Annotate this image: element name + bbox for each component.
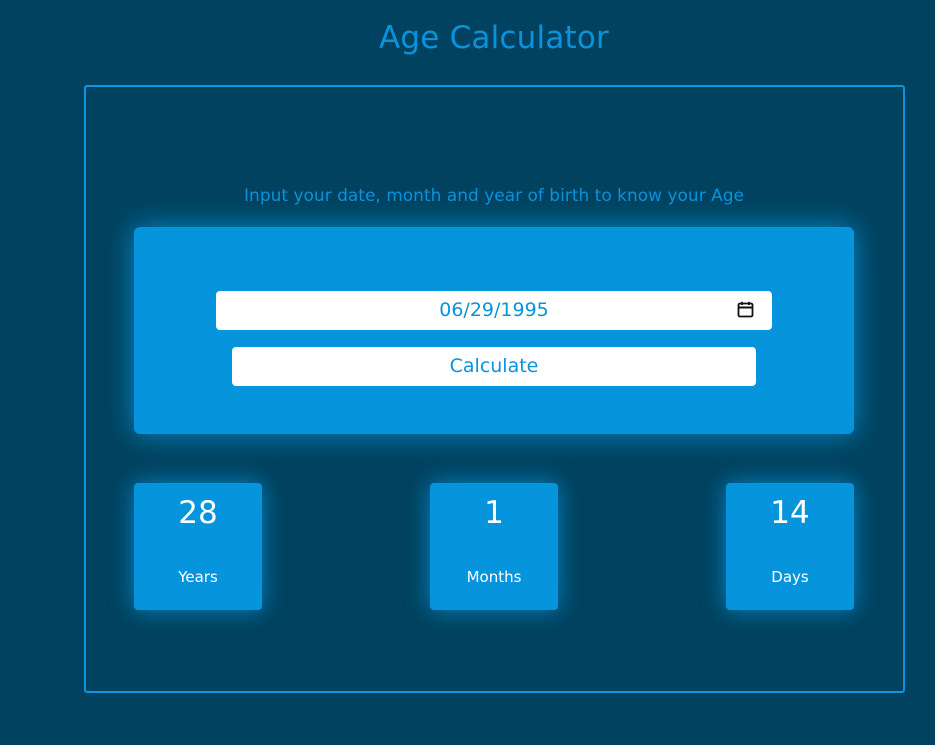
birth-date-value: 06/29/1995 xyxy=(439,299,549,321)
instruction-text: Input your date, month and year of birth… xyxy=(244,186,744,206)
months-result-card: 1 Months xyxy=(430,483,558,610)
years-value: 28 xyxy=(178,495,218,531)
months-label: Months xyxy=(466,568,522,586)
years-label: Years xyxy=(178,568,218,586)
page-title: Age Calculator xyxy=(378,20,610,56)
calculate-button[interactable]: Calculate xyxy=(232,347,756,386)
days-label: Days xyxy=(771,568,809,586)
input-panel: 06/29/1995 Calculate xyxy=(134,227,854,434)
days-result-card: 14 Days xyxy=(726,483,854,610)
years-result-card: 28 Years xyxy=(134,483,262,610)
birth-date-input[interactable]: 06/29/1995 xyxy=(216,291,772,330)
days-value: 14 xyxy=(770,495,810,531)
calendar-icon[interactable] xyxy=(737,301,754,319)
months-value: 1 xyxy=(484,495,504,531)
